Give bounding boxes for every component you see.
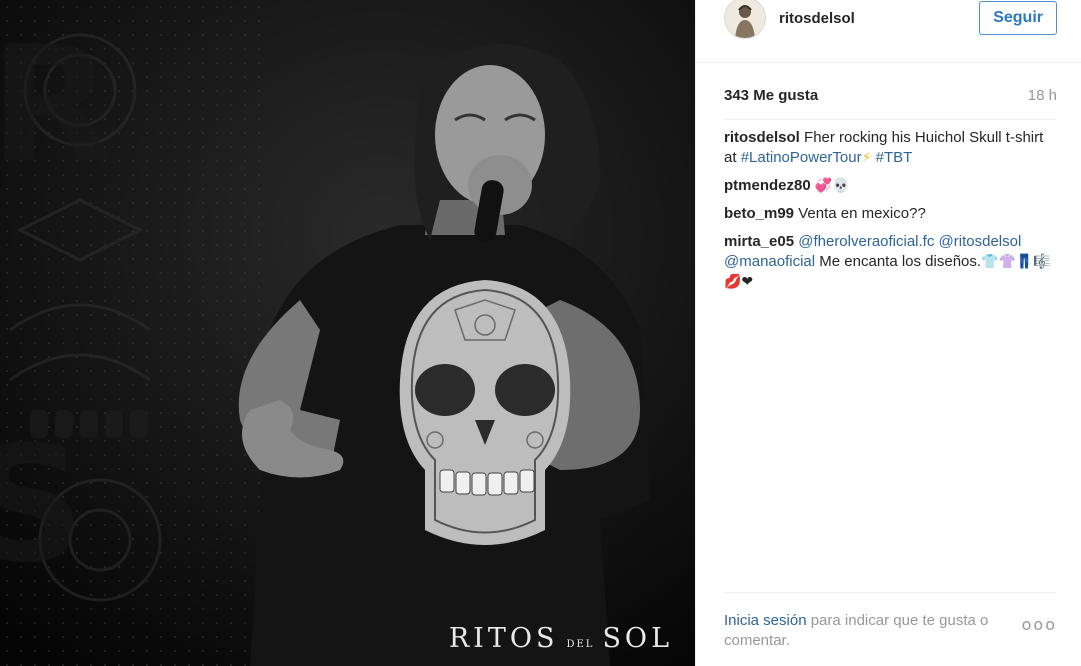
mention-link[interactable]: @fherolveraoficial.fc: [798, 233, 934, 250]
mention-link[interactable]: @ritosdelsol: [939, 233, 1022, 250]
comment-username[interactable]: ritosdelsol: [724, 129, 800, 146]
likes-count[interactable]: 343 Me gusta: [724, 87, 818, 104]
comment-caption: ritosdelsol Fher rocking his Huichol Sku…: [724, 128, 1053, 168]
mention-link[interactable]: @manaoficial: [724, 253, 815, 270]
comment-username[interactable]: beto_m99: [724, 205, 794, 222]
login-link[interactable]: Inicia sesión: [724, 612, 807, 629]
hashtag-link[interactable]: #LatinoPowerTour: [741, 149, 862, 166]
header-username[interactable]: ritosdelsol: [779, 10, 979, 27]
lightning-emoji-icon: ⚡: [861, 150, 872, 166]
comment-item: mirta_e05 @fherolveraoficial.fc @ritosde…: [724, 232, 1053, 292]
watermark-word-small: DEL: [566, 639, 595, 650]
avatar[interactable]: [724, 0, 766, 39]
comment-username[interactable]: ptmendez80: [724, 177, 811, 194]
svg-text:S: S: [0, 411, 85, 598]
post-timestamp[interactable]: 18 h: [1028, 87, 1057, 104]
hearts-skull-emoji-icon: 💞💀: [814, 178, 850, 194]
follow-button[interactable]: Seguir: [979, 1, 1057, 35]
more-options-icon[interactable]: ooo: [1022, 615, 1057, 635]
watermark-word-2: SOL: [602, 623, 673, 654]
comment-list: ritosdelsol Fher rocking his Huichol Sku…: [696, 120, 1081, 292]
comment-text: Me encanta los diseños.: [819, 253, 982, 270]
watermark-word-1: RITOS: [448, 623, 559, 654]
avatar-image-icon: [725, 0, 765, 38]
comment-text: Venta en mexico??: [798, 205, 926, 222]
post-photo[interactable]: R S RITOS DEL SOL: [0, 0, 695, 666]
post-stats: 343 Me gusta 18 h: [696, 87, 1081, 104]
svg-text:R: R: [0, 11, 113, 198]
comment-item: beto_m99 Venta en mexico??: [724, 204, 1053, 224]
login-footer: Inicia sesión para indicar que te gusta …: [724, 592, 1057, 651]
brand-watermark: RITOS DEL SOL: [449, 623, 673, 654]
post-header: ritosdelsol Seguir: [696, 0, 1081, 63]
comment-username[interactable]: mirta_e05: [724, 233, 794, 250]
comment-item: ptmendez80 💞💀: [724, 176, 1053, 196]
hashtag-link[interactable]: #TBT: [876, 149, 913, 166]
concert-photo-illustration: R S: [0, 0, 695, 666]
post-side-panel: ritosdelsol Seguir 343 Me gusta 18 h rit…: [695, 0, 1081, 666]
post-container: R S RITOS DEL SOL ritosdelsol Seguir 343…: [0, 0, 1081, 666]
